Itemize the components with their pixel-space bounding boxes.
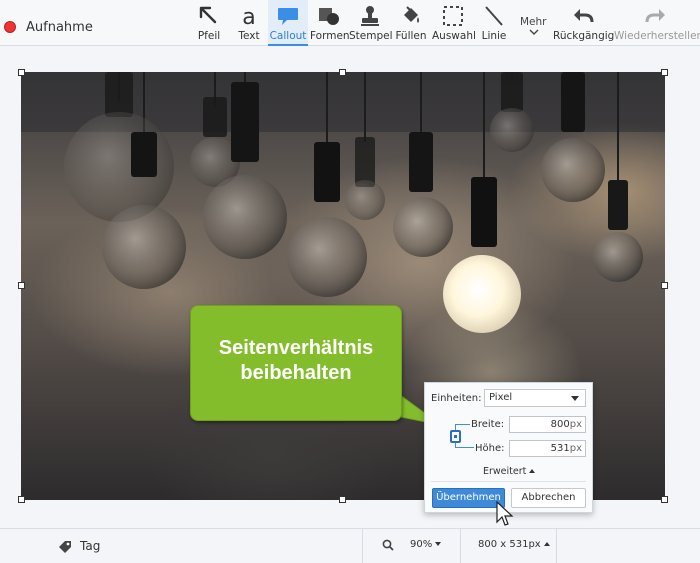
image-dimensions: 800 x 531px [478,539,541,550]
tool-text[interactable]: a Text [232,0,266,46]
tool-line[interactable]: Linie [476,0,512,46]
status-bar: Tag 90% 800 x 531px [0,528,700,563]
cancel-button[interactable]: Abbrechen [511,488,586,508]
width-input[interactable]: 800px [509,416,586,433]
selection-icon [443,6,463,26]
height-value: 531 [550,443,570,454]
units-select[interactable]: Pixel [484,389,586,407]
tool-fill-label: Füllen [395,30,427,42]
tool-callout[interactable]: Callout [268,0,308,46]
link-bracket-bottom [455,443,474,448]
tool-fill[interactable]: Füllen [393,0,429,46]
tool-selection-label: Auswahl [432,30,476,42]
height-label: Höhe: [475,443,505,454]
resize-handle-left[interactable] [18,282,25,289]
capture-title: Aufnahme [26,20,93,35]
undo-button[interactable]: Rückgängig [553,0,615,46]
height-input[interactable]: 531px [509,440,586,457]
shapes-icon [319,8,339,25]
tool-stamp-label: Stempel [349,30,393,42]
advanced-toggle[interactable]: Erweitert [483,466,536,477]
callout-line-1: Seitenverhältnis [218,337,374,359]
tag-icon [59,541,71,553]
tool-selection[interactable]: Auswahl [432,0,476,46]
redo-button[interactable]: Wiederherstellen [614,0,700,46]
more-tools-button[interactable]: Mehr [520,16,547,28]
width-value: 800 [550,419,570,430]
chevron-up-icon [529,469,536,473]
text-icon: a [242,5,255,28]
mouse-cursor-icon [496,500,514,526]
callout-text: Seitenverhältnis beibehalten [191,336,401,386]
resize-handle-top-left[interactable] [18,69,25,76]
panel-divider [431,481,586,482]
tool-shapes[interactable]: Formen [310,0,350,46]
width-label: Breite: [471,419,505,430]
stamp-icon [361,6,379,26]
tool-arrow-label: Pfeil [197,30,221,42]
zoom-dropdown[interactable]: 90% [410,539,442,550]
width-unit: px [569,419,582,430]
units-select-value: Pixel [489,392,513,403]
undo-label: Rückgängig [553,30,615,42]
tag-button[interactable]: Tag [80,539,100,553]
status-divider [556,529,557,563]
resize-handle-bottom-left[interactable] [18,496,25,503]
resize-handle-right[interactable] [661,282,668,289]
resize-handle-top[interactable] [339,69,346,76]
status-divider [460,529,461,563]
tool-callout-label: Callout [269,30,307,42]
resize-image-panel: Einheiten: Pixel Breite: 800px Höhe: 531… [424,382,593,513]
tool-line-label: Linie [481,30,507,42]
chevron-up-icon [543,542,550,546]
search-icon[interactable] [382,539,394,551]
undo-icon [574,9,594,23]
dropdown-arrow-icon [571,396,579,401]
resize-handle-bottom[interactable] [339,496,346,503]
callout-line-2: beibehalten [240,362,352,384]
units-label: Einheiten: [431,393,482,404]
callout-annotation[interactable]: Seitenverhältnis beibehalten [190,305,402,421]
chevron-down-icon [435,542,442,546]
redo-label: Wiederherstellen [614,30,700,42]
tool-stamp[interactable]: Stempel [349,0,393,46]
fill-bucket-icon [404,6,419,23]
tool-text-label: Text [238,30,260,42]
resize-handle-top-right[interactable] [661,69,668,76]
tool-arrow[interactable]: Pfeil [192,0,226,46]
svg-text:a: a [242,5,255,28]
top-toolbar: Aufnahme Pfeil a Text Callout Formen Ste… [0,0,700,46]
arrow-icon [199,6,217,24]
redo-icon [645,9,665,23]
status-divider [362,529,363,563]
tool-shapes-label: Formen [310,30,350,42]
image-dimensions-toggle[interactable]: 800 x 531px [478,539,550,550]
record-indicator-icon [4,21,16,33]
line-icon [485,6,503,26]
lock-aspect-ratio-icon[interactable] [450,430,461,443]
chevron-down-icon[interactable] [529,29,539,35]
callout-icon [278,8,298,25]
resize-handle-bottom-right[interactable] [661,496,668,503]
height-unit: px [569,443,582,454]
zoom-value: 90% [410,539,433,550]
advanced-label: Erweitert [483,466,527,477]
